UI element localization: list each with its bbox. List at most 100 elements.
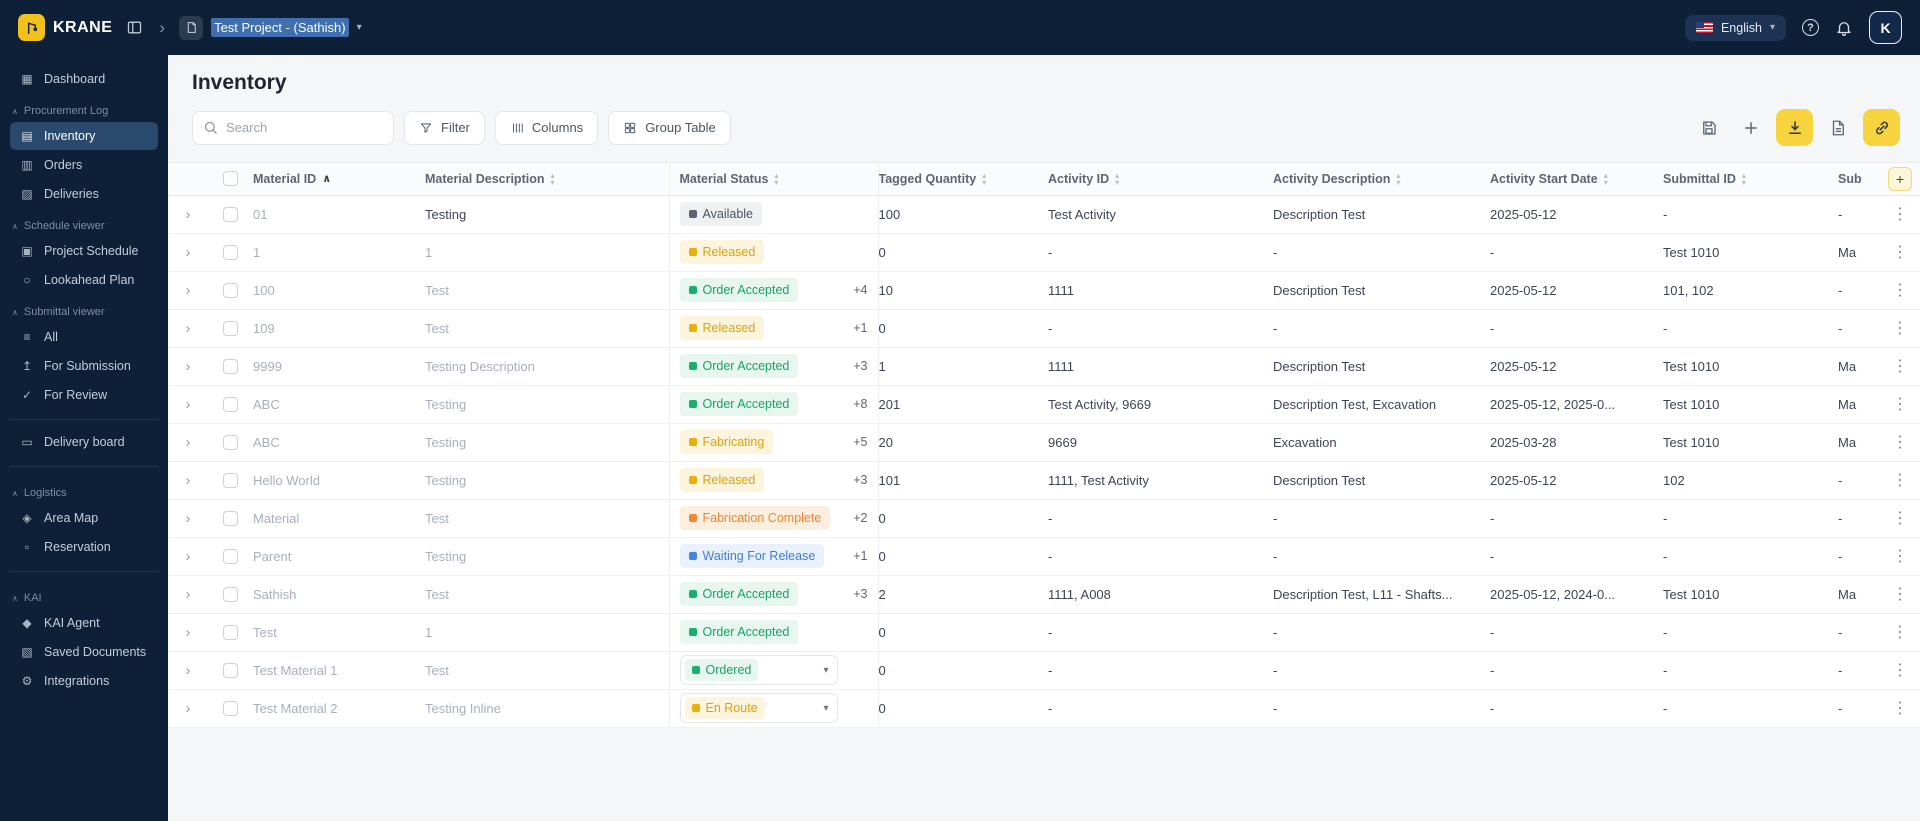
status-count[interactable]: +4 [853, 283, 867, 297]
status-count[interactable]: +3 [853, 473, 867, 487]
group-table-button[interactable]: Group Table [608, 110, 731, 145]
avatar[interactable]: K [1869, 11, 1902, 44]
row-checkbox[interactable] [223, 359, 238, 375]
column-header-material-id[interactable]: Material ID ∧ [253, 163, 425, 196]
sidebar-item-for-submission[interactable]: ↥ For Submission [10, 352, 158, 380]
sidebar-item-delivery-board[interactable]: ▭ Delivery board [10, 428, 158, 456]
status-count[interactable]: +1 [853, 321, 867, 335]
row-checkbox[interactable] [223, 549, 238, 565]
status-count[interactable]: +1 [853, 549, 867, 563]
row-menu-icon[interactable]: ⋮ [1892, 434, 1908, 451]
link-button[interactable] [1863, 109, 1900, 146]
save-view-button[interactable] [1692, 111, 1726, 145]
expand-row-icon[interactable]: › [186, 206, 191, 223]
expand-row-icon[interactable]: › [186, 244, 191, 261]
row-checkbox[interactable] [223, 435, 238, 451]
expand-row-icon[interactable]: › [186, 358, 191, 375]
sidebar-section-title-schedule-viewer[interactable]: ∧ Schedule viewer [12, 220, 156, 232]
language-selector[interactable]: English ▾ [1684, 14, 1786, 41]
sidebar-item-dashboard[interactable]: ▦ Dashboard [10, 65, 158, 93]
sidebar-item-orders[interactable]: ▥ Orders [10, 151, 158, 179]
sidebar-item-integrations[interactable]: ⚙ Integrations [10, 667, 158, 695]
row-checkbox[interactable] [223, 397, 238, 413]
row-menu-icon[interactable]: ⋮ [1892, 244, 1908, 261]
row-checkbox[interactable] [223, 473, 238, 489]
row-menu-icon[interactable]: ⋮ [1892, 472, 1908, 489]
expand-row-icon[interactable]: › [186, 700, 191, 717]
column-header-submittal-id[interactable]: Submittal ID ▴ ▾ [1663, 163, 1838, 196]
row-checkbox[interactable] [223, 511, 238, 527]
row-checkbox[interactable] [223, 207, 238, 223]
column-header-material-status[interactable]: Material Status ▴ ▾ [668, 163, 879, 196]
select-all-checkbox[interactable] [223, 171, 238, 187]
row-menu-icon[interactable]: ⋮ [1892, 548, 1908, 565]
row-menu-icon[interactable]: ⋮ [1892, 586, 1908, 603]
row-menu-icon[interactable]: ⋮ [1892, 358, 1908, 375]
row-checkbox[interactable] [223, 245, 238, 261]
row-menu-icon[interactable]: ⋮ [1892, 320, 1908, 337]
status-count[interactable]: +3 [853, 587, 867, 601]
add-column-button[interactable]: + [1888, 166, 1912, 191]
row-checkbox[interactable] [223, 663, 238, 679]
row-menu-icon[interactable]: ⋮ [1892, 624, 1908, 641]
sidebar-section-title-submittal-viewer[interactable]: ∧ Submittal viewer [12, 306, 156, 318]
krane-logo[interactable]: KRANE [18, 14, 112, 41]
columns-button[interactable]: Columns [494, 110, 599, 145]
expand-row-icon[interactable]: › [186, 320, 191, 337]
sidebar-item-lookahead-plan[interactable]: ○ Lookahead Plan [10, 266, 158, 294]
expand-row-icon[interactable]: › [186, 434, 191, 451]
expand-row-icon[interactable]: › [186, 586, 191, 603]
row-checkbox[interactable] [223, 321, 238, 337]
status-count[interactable]: +3 [853, 359, 867, 373]
expand-row-icon[interactable]: › [186, 662, 191, 679]
column-header-tagged-quantity[interactable]: Tagged Quantity ▴ ▾ [878, 163, 1048, 196]
row-checkbox[interactable] [223, 587, 238, 603]
expand-row-icon[interactable]: › [186, 624, 191, 641]
sidebar-item-inventory[interactable]: ▤ Inventory [10, 122, 158, 150]
sidebar-item-all[interactable]: ≡ All [10, 323, 158, 351]
row-menu-icon[interactable]: ⋮ [1892, 396, 1908, 413]
sidebar-item-reservation[interactable]: ▫ Reservation [10, 533, 158, 561]
sidebar-item-for-review[interactable]: ✓ For Review [10, 381, 158, 409]
column-header-material-description[interactable]: Material Description ▴ ▾ [425, 163, 669, 196]
export-button[interactable] [1776, 109, 1813, 146]
expand-row-icon[interactable]: › [186, 548, 191, 565]
column-header-activity-start-date[interactable]: Activity Start Date ▴ ▾ [1490, 163, 1663, 196]
row-menu-icon[interactable]: ⋮ [1892, 510, 1908, 527]
sidebar-toggle-button[interactable] [124, 17, 145, 38]
expand-row-icon[interactable]: › [186, 510, 191, 527]
sidebar-section-title-kai[interactable]: ∧ KAI [12, 592, 156, 604]
expand-row-icon[interactable]: › [186, 472, 191, 489]
filter-button[interactable]: Filter [404, 110, 485, 145]
column-header-activity-description[interactable]: Activity Description ▴ ▾ [1273, 163, 1490, 196]
status-dropdown[interactable]: En Route ▾ [679, 693, 838, 723]
expand-row-icon[interactable]: › [186, 396, 191, 413]
status-count[interactable]: +8 [853, 397, 867, 411]
row-checkbox[interactable] [223, 283, 238, 299]
status-dropdown[interactable]: Ordered ▾ [679, 655, 838, 685]
sidebar-item-project-schedule[interactable]: ▣ Project Schedule [10, 237, 158, 265]
row-menu-icon[interactable]: ⋮ [1892, 662, 1908, 679]
sidebar-item-kai-agent[interactable]: ◆ KAI Agent [10, 609, 158, 637]
row-checkbox[interactable] [223, 701, 238, 717]
sidebar-item-area-map[interactable]: ◈ Area Map [10, 504, 158, 532]
sidebar-item-deliveries[interactable]: ▨ Deliveries [10, 180, 158, 208]
row-menu-icon[interactable]: ⋮ [1892, 700, 1908, 717]
row-menu-icon[interactable]: ⋮ [1892, 282, 1908, 299]
document-button[interactable] [1821, 111, 1855, 145]
help-button[interactable]: ? [1802, 19, 1819, 36]
row-menu-icon[interactable]: ⋮ [1892, 206, 1908, 223]
expand-row-icon[interactable]: › [186, 282, 191, 299]
column-header-sub[interactable]: Sub [1838, 163, 1880, 196]
project-selector[interactable]: Test Project - (Sathish) ▾ [179, 15, 362, 40]
sidebar-section-title-logistics[interactable]: ∧ Logistics [12, 487, 156, 499]
row-checkbox[interactable] [223, 625, 238, 641]
status-count[interactable]: +2 [853, 511, 867, 525]
notifications-button[interactable] [1835, 19, 1853, 37]
sidebar-item-saved-documents[interactable]: ▧ Saved Documents [10, 638, 158, 666]
column-header-activity-id[interactable]: Activity ID ▴ ▾ [1048, 163, 1273, 196]
add-record-button[interactable] [1734, 111, 1768, 145]
sidebar-section-title-procurement-log[interactable]: ∧ Procurement Log [12, 105, 156, 117]
search-input[interactable] [226, 120, 383, 135]
status-count[interactable]: +5 [853, 435, 867, 449]
